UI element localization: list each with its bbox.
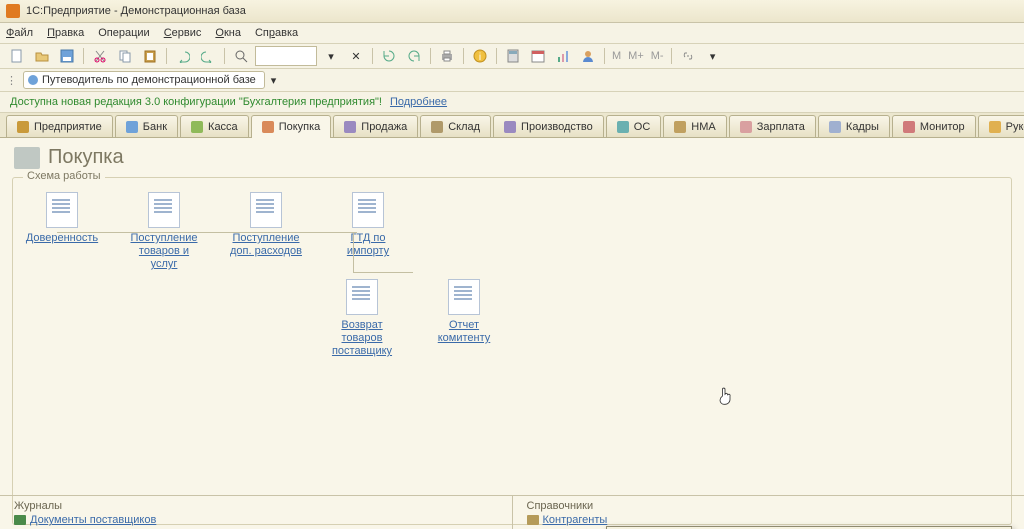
schema-legend: Схема работы bbox=[23, 170, 105, 182]
tab-warehouse[interactable]: Склад bbox=[420, 115, 491, 137]
document-icon bbox=[250, 192, 282, 228]
schema-fieldset: Схема работы Доверенность Поступление то… bbox=[12, 177, 1012, 525]
journals-col: Журналы Документы поставщиков bbox=[0, 495, 512, 529]
guide-pill[interactable]: Путеводитель по демонстрационной базе bbox=[23, 71, 265, 89]
notice-text: Доступна новая редакция 3.0 конфигурации… bbox=[10, 96, 382, 108]
tab-os[interactable]: ОС bbox=[606, 115, 662, 137]
schema-doverennost[interactable]: Доверенность bbox=[25, 192, 99, 245]
schema-row-2: Возврат товаров поставщику Отчет комитен… bbox=[325, 279, 999, 358]
tab-director[interactable]: Руководителю bbox=[978, 115, 1024, 137]
tab-monitor[interactable]: Монитор bbox=[892, 115, 976, 137]
connector bbox=[57, 232, 357, 233]
menu-service[interactable]: Сервис bbox=[164, 27, 202, 39]
tb-open-icon[interactable] bbox=[31, 45, 53, 67]
schema-vozvrat[interactable]: Возврат товаров поставщику bbox=[325, 279, 399, 358]
tb-cut-icon[interactable] bbox=[89, 45, 111, 67]
schema-gtd[interactable]: ГТД по импорту bbox=[331, 192, 405, 258]
tab-nma[interactable]: НМА bbox=[663, 115, 726, 137]
tab-bank[interactable]: Банк bbox=[115, 115, 178, 137]
book-icon bbox=[14, 515, 26, 525]
journals-link[interactable]: Документы поставщиков bbox=[14, 514, 498, 526]
tb-mplus[interactable]: M+ bbox=[626, 50, 646, 62]
tabs: Предприятие Банк Касса Покупка Продажа С… bbox=[0, 113, 1024, 138]
window-title: 1С:Предприятие - Демонстрационная база bbox=[26, 5, 246, 17]
menu-file[interactable]: Файл bbox=[6, 27, 33, 39]
tb-calendar-icon[interactable] bbox=[527, 45, 549, 67]
tb-mminus[interactable]: M- bbox=[649, 50, 666, 62]
tb-m[interactable]: M bbox=[610, 50, 623, 62]
page-icon bbox=[14, 147, 40, 169]
catalogs-col: Справочники Контрагенты bbox=[512, 495, 1024, 529]
tb-copy-icon[interactable] bbox=[114, 45, 136, 67]
tb-chart-icon[interactable] bbox=[552, 45, 574, 67]
document-icon bbox=[352, 192, 384, 228]
catalogs-header: Справочники bbox=[527, 500, 1011, 512]
document-icon bbox=[148, 192, 180, 228]
tab-sale[interactable]: Продажа bbox=[333, 115, 418, 137]
tb-redo-icon[interactable] bbox=[197, 45, 219, 67]
tb-dropdown-icon[interactable]: ▾ bbox=[320, 45, 342, 67]
menubar: Файл Правка Операции Сервис Окна Справка bbox=[0, 23, 1024, 44]
connector bbox=[353, 272, 413, 273]
menu-operations[interactable]: Операции bbox=[98, 27, 149, 39]
toolbar: ▾ ✕ i M M+ M- ▾ bbox=[0, 44, 1024, 69]
menu-edit[interactable]: Правка bbox=[47, 27, 84, 39]
tab-cash[interactable]: Касса bbox=[180, 115, 249, 137]
document-icon bbox=[346, 279, 378, 315]
tab-hr[interactable]: Кадры bbox=[818, 115, 890, 137]
tb-info-icon[interactable]: i bbox=[469, 45, 491, 67]
tab-enterprise[interactable]: Предприятие bbox=[6, 115, 113, 137]
document-icon bbox=[448, 279, 480, 315]
content: Покупка Схема работы Доверенность Поступ… bbox=[0, 138, 1024, 529]
tb-save-icon[interactable] bbox=[56, 45, 78, 67]
tb-undo-icon[interactable] bbox=[172, 45, 194, 67]
tb-link-icon[interactable] bbox=[677, 45, 699, 67]
journals-header: Журналы bbox=[14, 500, 498, 512]
notice-link[interactable]: Подробнее bbox=[390, 96, 447, 108]
page-title: Покупка bbox=[0, 138, 1024, 177]
tb-paste-icon[interactable] bbox=[139, 45, 161, 67]
tb-refresh-icon[interactable] bbox=[378, 45, 400, 67]
tab-purchase[interactable]: Покупка bbox=[251, 115, 332, 138]
tb-refresh2-icon[interactable] bbox=[403, 45, 425, 67]
book-icon bbox=[527, 515, 539, 525]
svg-text:i: i bbox=[479, 52, 481, 63]
tb-new-icon[interactable] bbox=[6, 45, 28, 67]
tab-salary[interactable]: Зарплата bbox=[729, 115, 816, 137]
schema-postuplenie-dop[interactable]: Поступление доп. расходов bbox=[229, 192, 303, 258]
window-titlebar: 1С:Предприятие - Демонстрационная база bbox=[0, 0, 1024, 23]
tb-user-icon[interactable] bbox=[577, 45, 599, 67]
guidebar: ⋮ Путеводитель по демонстрационной базе … bbox=[0, 69, 1024, 92]
document-icon bbox=[46, 192, 78, 228]
tab-production[interactable]: Производство bbox=[493, 115, 604, 137]
tb-more-icon[interactable]: ▾ bbox=[702, 45, 724, 67]
tb-print-icon[interactable] bbox=[436, 45, 458, 67]
schema-otchet[interactable]: Отчет комитенту bbox=[427, 279, 501, 358]
tb-search-input[interactable] bbox=[255, 46, 317, 66]
guide-dropdown-icon[interactable]: ▾ bbox=[271, 74, 277, 87]
notice-bar: Доступна новая редакция 3.0 конфигурации… bbox=[0, 92, 1024, 113]
connector bbox=[353, 232, 354, 272]
catalogs-link[interactable]: Контрагенты bbox=[527, 514, 1011, 526]
menu-help[interactable]: Справка bbox=[255, 27, 298, 39]
bottom-lists: Журналы Документы поставщиков Справочник… bbox=[0, 495, 1024, 529]
tb-x-icon[interactable]: ✕ bbox=[345, 45, 367, 67]
tb-calc-icon[interactable] bbox=[502, 45, 524, 67]
tb-search-icon[interactable] bbox=[230, 45, 252, 67]
app-icon bbox=[6, 4, 20, 18]
menu-windows[interactable]: Окна bbox=[215, 27, 241, 39]
